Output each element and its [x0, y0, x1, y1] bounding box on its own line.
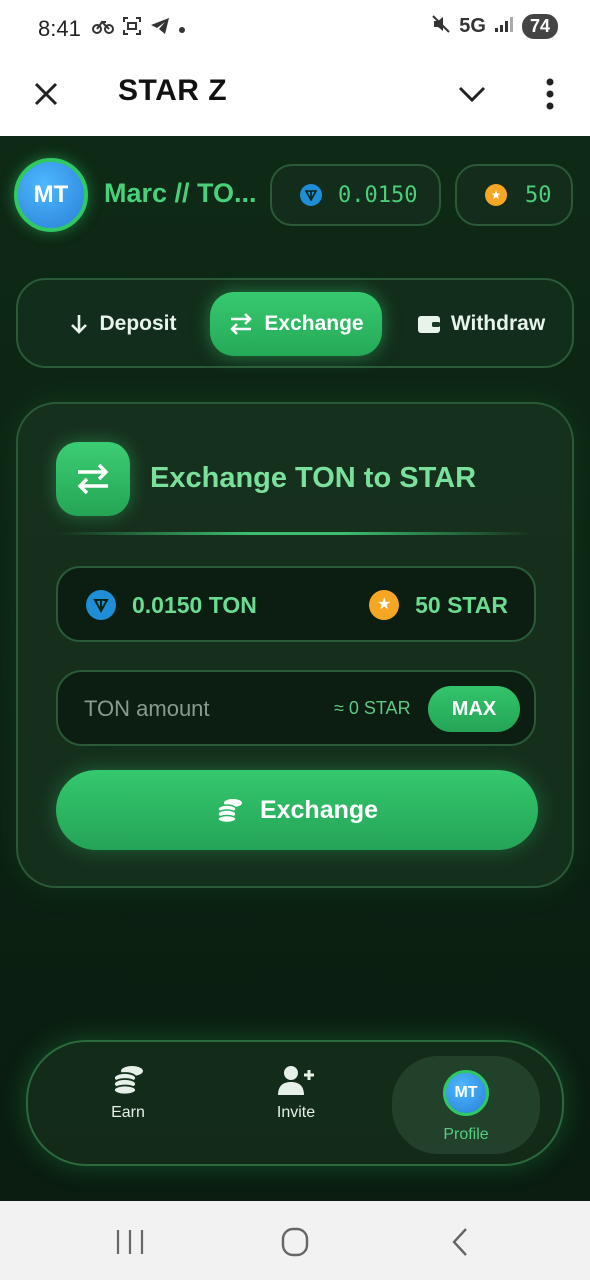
coins-icon [113, 1066, 143, 1096]
nav-invite[interactable]: Invite [236, 1064, 356, 1154]
balances-row: 0.0150 TON ★ 50 STAR [56, 566, 536, 642]
app-title: STAR Z [118, 74, 228, 107]
user-avatar[interactable]: MT [14, 158, 88, 232]
coins-icon [217, 799, 242, 823]
ton-balance: 0.0150 TON [86, 590, 257, 620]
star-balance-pill[interactable]: ★ 50 [455, 164, 573, 226]
card-title: Exchange TON to STAR [150, 462, 477, 494]
star-balance: ★ 50 STAR [369, 590, 508, 620]
exchange-card-icon [56, 442, 130, 516]
avatar: MT [443, 1070, 489, 1116]
tab-label: Deposit [99, 312, 177, 335]
amount-row: ≈ 0 STAR MAX [56, 670, 536, 746]
back-icon [452, 1228, 467, 1256]
nav-earn[interactable]: Earn [68, 1064, 188, 1154]
star-balance-value: 50 [525, 182, 552, 208]
user-name: Marc // TO... [104, 178, 257, 208]
nav-label: Earn [111, 1104, 145, 1121]
star-balance-text: 50 STAR [415, 591, 508, 618]
battery-indicator: 74 [521, 14, 558, 39]
home-button[interactable] [275, 1225, 315, 1259]
title-bar: STAR Z [0, 58, 590, 136]
signal-icon [494, 15, 514, 38]
tab-withdraw[interactable]: Withdraw [396, 292, 566, 356]
recent-apps-icon [116, 1230, 144, 1254]
tab-bar: Deposit Exchange Withdraw [16, 278, 574, 368]
recent-apps-button[interactable] [110, 1225, 150, 1259]
tab-label: Withdraw [450, 312, 546, 335]
ton-balance-value: 0.0150 [338, 182, 418, 208]
app-content: MT Marc // TO... 0.0150 ★ 50 Deposit Exc… [0, 136, 590, 1201]
exchange-button-label: Exchange [259, 795, 379, 824]
system-nav-bar [0, 1201, 590, 1280]
ton-balance-text: 0.0150 TON [132, 591, 257, 618]
tab-exchange[interactable]: Exchange [210, 292, 382, 356]
nav-profile[interactable]: MT Profile [392, 1056, 540, 1154]
more-vertical-icon [546, 78, 554, 110]
ton-icon [86, 590, 116, 620]
swap-icon [77, 463, 109, 495]
collapse-button[interactable] [454, 76, 490, 112]
close-icon [34, 82, 58, 106]
status-time: 8:41 [38, 16, 81, 41]
nav-label: Invite [276, 1104, 316, 1121]
star-icon: ★ [369, 590, 400, 620]
back-button[interactable] [442, 1225, 482, 1259]
arrow-down-icon [71, 315, 88, 334]
ton-amount-input[interactable] [84, 692, 284, 726]
home-icon [281, 1227, 309, 1257]
bottom-nav: Earn Invite MT Profile [26, 1040, 564, 1166]
mute-icon [431, 14, 451, 39]
telegram-icon [150, 17, 170, 40]
tab-deposit[interactable]: Deposit [38, 292, 208, 356]
approx-star-value: ≈ 0 STAR [334, 698, 411, 718]
more-menu-button[interactable] [538, 74, 562, 114]
nav-label: Profile [443, 1126, 489, 1143]
exchange-button[interactable]: Exchange [56, 770, 538, 850]
bike-icon [92, 18, 114, 39]
add-user-icon [278, 1066, 314, 1095]
wallet-icon [417, 316, 440, 333]
ton-balance-pill[interactable]: 0.0150 [270, 164, 441, 226]
divider [58, 532, 534, 535]
network-label: 5G [459, 15, 486, 37]
max-button[interactable]: MAX [428, 686, 520, 732]
swap-icon [230, 313, 253, 335]
status-right: 5G 74 [431, 14, 558, 39]
tab-label: Exchange [264, 312, 364, 335]
dot-icon [178, 18, 186, 39]
close-button[interactable] [28, 74, 64, 110]
notification-icons [92, 16, 186, 41]
ton-icon [300, 184, 322, 206]
star-icon: ★ [485, 184, 507, 206]
status-bar: 8:41 5G 74 [0, 0, 590, 58]
exchange-card: Exchange TON to STAR 0.0150 TON ★ 50 STA… [16, 402, 574, 888]
chevron-down-icon [458, 86, 486, 103]
screenshot-icon [122, 16, 142, 41]
